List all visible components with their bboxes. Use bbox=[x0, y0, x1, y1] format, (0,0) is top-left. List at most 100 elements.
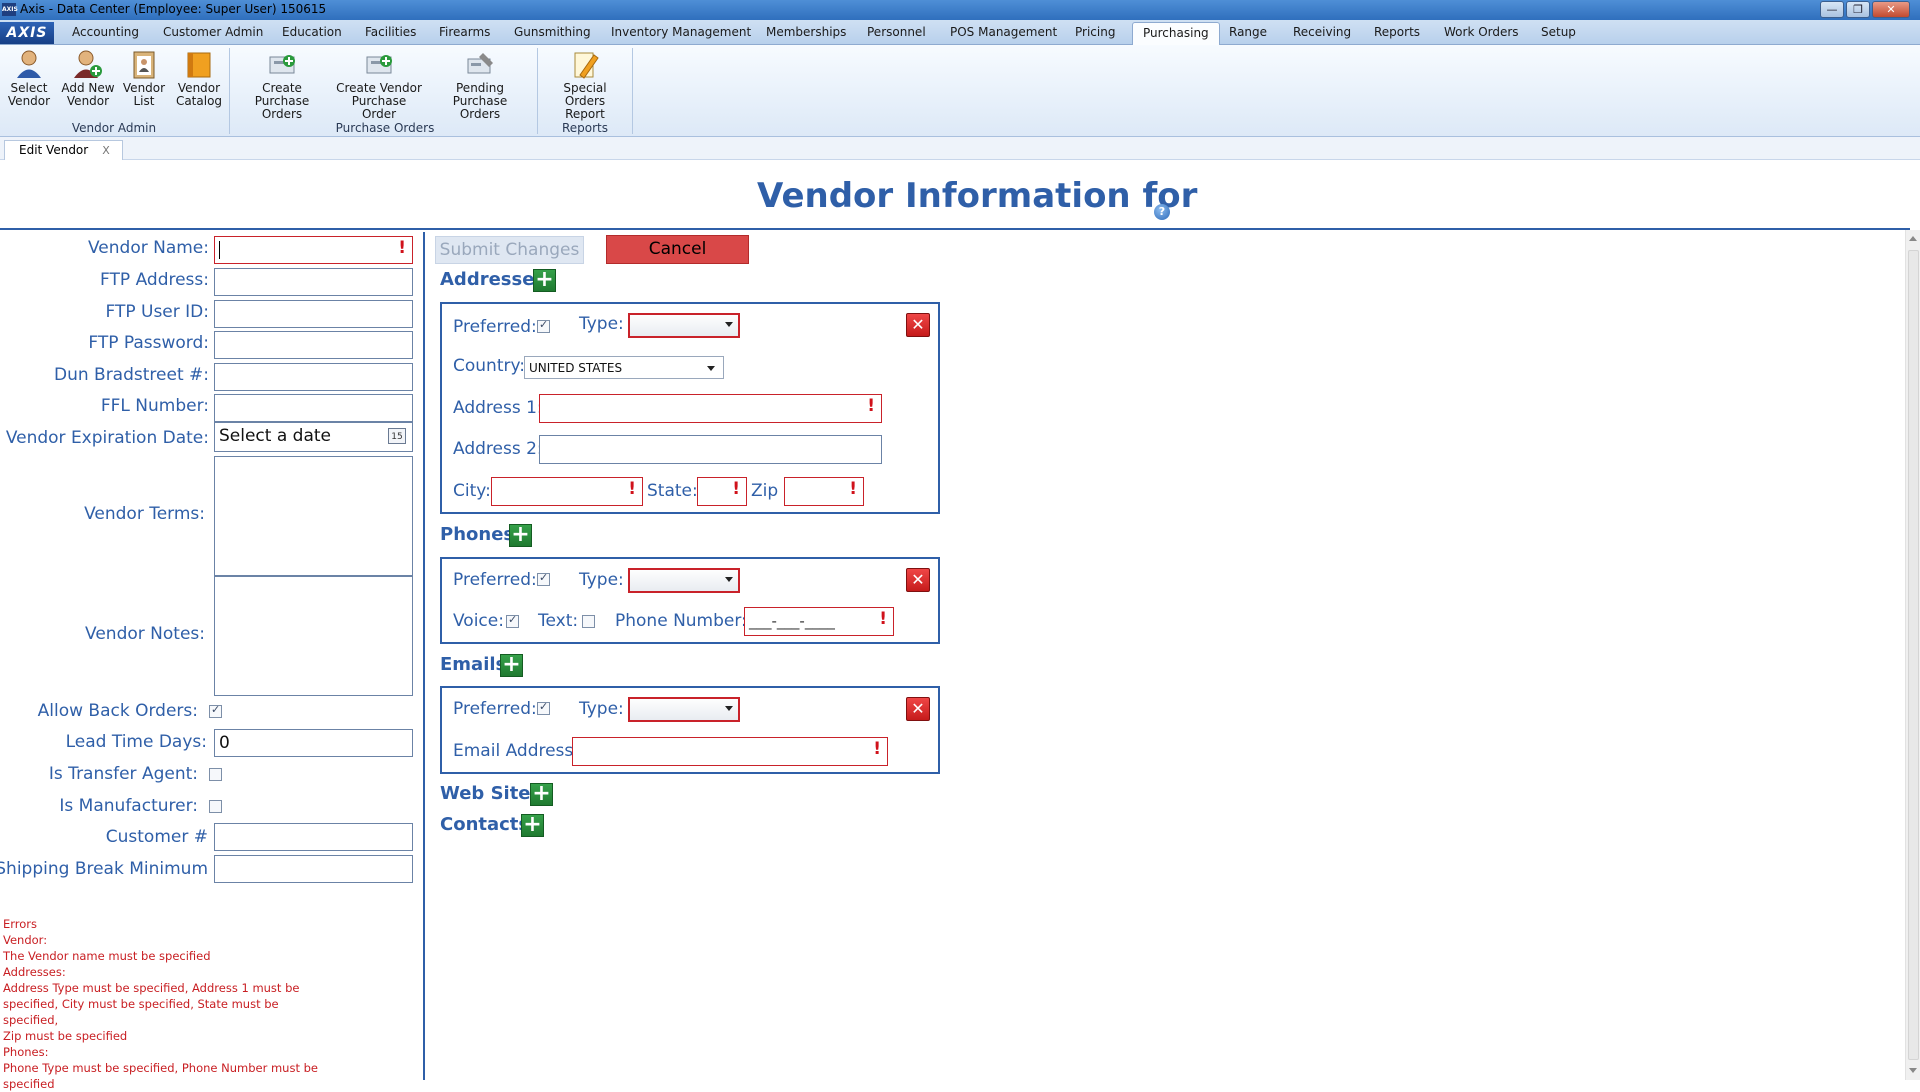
phone-number-input[interactable]: ___-___-____ ! bbox=[744, 607, 894, 636]
tab-firearms[interactable]: Firearms bbox=[439, 25, 490, 39]
address1-input[interactable]: ! bbox=[539, 394, 882, 423]
add-new-vendor-button[interactable]: Add New Vendor bbox=[60, 49, 116, 108]
submit-changes-button[interactable]: Submit Changes bbox=[435, 236, 584, 264]
ftp-user-id-label: FTP User ID: bbox=[105, 302, 209, 322]
add-email-button[interactable]: + bbox=[500, 654, 523, 677]
special-orders-report-button[interactable]: Special Orders Report bbox=[542, 49, 628, 121]
lead-time-days-input[interactable]: 0 bbox=[214, 729, 413, 757]
create-purchase-orders-button[interactable]: Create Purchase Orders bbox=[236, 49, 328, 121]
purchase-order-add-icon bbox=[267, 49, 297, 79]
group-label-purchase-orders: Purchase Orders bbox=[335, 121, 435, 135]
minimize-button[interactable]: — bbox=[1820, 1, 1844, 18]
scroll-down-icon[interactable] bbox=[1909, 1068, 1917, 1073]
add-contact-button[interactable]: + bbox=[521, 814, 544, 837]
tab-education[interactable]: Education bbox=[282, 25, 342, 39]
tab-accounting[interactable]: Accounting bbox=[72, 25, 139, 39]
delete-email-button[interactable]: ✕ bbox=[906, 697, 930, 721]
voice-checkbox[interactable] bbox=[506, 613, 519, 628]
scroll-up-icon[interactable] bbox=[1909, 236, 1917, 241]
tab-pricing[interactable]: Pricing bbox=[1075, 25, 1115, 39]
ribbon-separator bbox=[229, 48, 230, 134]
tab-memberships[interactable]: Memberships bbox=[766, 25, 846, 39]
dun-bradstreet-input[interactable] bbox=[214, 363, 413, 391]
address-preferred-checkbox[interactable] bbox=[537, 318, 550, 333]
email-address-input[interactable]: ! bbox=[572, 737, 888, 766]
is-transfer-agent-checkbox[interactable] bbox=[209, 768, 222, 781]
axis-logo: AXIS bbox=[0, 22, 54, 44]
window-title: Axis - Data Center (Employee: Super User… bbox=[20, 2, 327, 16]
ffl-number-input[interactable] bbox=[214, 394, 413, 422]
phone-type-select[interactable] bbox=[628, 568, 740, 593]
phone-number-mask: ___-___-____ bbox=[749, 612, 835, 630]
country-select[interactable]: UNITED STATES bbox=[524, 356, 724, 379]
maximize-button[interactable]: ❐ bbox=[1846, 1, 1870, 18]
ffl-number-label: FFL Number: bbox=[100, 396, 209, 416]
tab-gunsmithing[interactable]: Gunsmithing bbox=[514, 25, 591, 39]
customer-number-input[interactable] bbox=[214, 823, 413, 851]
vendor-catalog-button[interactable]: Vendor Catalog bbox=[174, 49, 224, 108]
address2-input[interactable] bbox=[539, 435, 882, 464]
phone-preferred-checkbox[interactable] bbox=[537, 571, 550, 586]
tab-personnel[interactable]: Personnel bbox=[867, 25, 926, 39]
add-address-button[interactable]: + bbox=[533, 269, 556, 292]
ftp-user-id-input[interactable] bbox=[214, 300, 413, 328]
chevron-down-icon bbox=[725, 706, 733, 711]
close-tab-icon[interactable]: X bbox=[102, 144, 110, 157]
tab-pos-management[interactable]: POS Management bbox=[950, 25, 1057, 39]
zip-input[interactable]: ! bbox=[784, 477, 864, 506]
select-vendor-button[interactable]: Select Vendor bbox=[6, 49, 52, 108]
tab-work-orders[interactable]: Work Orders bbox=[1444, 25, 1519, 39]
app-logo-icon: AXIS bbox=[2, 3, 18, 16]
tab-range[interactable]: Range bbox=[1229, 25, 1267, 39]
calendar-icon[interactable]: 15 bbox=[388, 428, 406, 444]
allow-back-orders-checkbox[interactable] bbox=[209, 703, 222, 718]
phone-type-label: Type: bbox=[579, 570, 624, 590]
tab-purchasing[interactable]: Purchasing bbox=[1132, 22, 1220, 46]
is-transfer-agent-label: Is Transfer Agent: bbox=[48, 764, 198, 784]
vertical-scrollbar[interactable] bbox=[1905, 230, 1920, 1080]
ftp-password-input[interactable] bbox=[214, 331, 413, 359]
vendor-terms-textarea[interactable] bbox=[214, 456, 413, 576]
pending-purchase-orders-button[interactable]: Pending Purchase Orders bbox=[433, 49, 527, 121]
tab-setup[interactable]: Setup bbox=[1541, 25, 1576, 39]
vendor-expiration-date-picker[interactable]: Select a date 15 bbox=[214, 422, 413, 452]
delete-address-button[interactable]: ✕ bbox=[906, 313, 930, 337]
vendor-name-input[interactable]: ! bbox=[214, 236, 413, 264]
email-type-label: Type: bbox=[579, 699, 624, 719]
tab-customer-admin[interactable]: Customer Admin bbox=[163, 25, 263, 39]
add-phone-button[interactable]: + bbox=[509, 524, 532, 547]
cancel-button[interactable]: Cancel bbox=[606, 235, 749, 264]
text-checkbox[interactable] bbox=[582, 615, 595, 628]
city-input[interactable]: ! bbox=[491, 477, 643, 506]
close-window-button[interactable]: ✕ bbox=[1872, 1, 1910, 18]
state-input[interactable]: ! bbox=[697, 477, 747, 506]
chevron-down-icon bbox=[707, 366, 715, 371]
addresses-heading: Addresses bbox=[440, 269, 546, 290]
required-indicator: ! bbox=[879, 609, 887, 629]
tab-receiving[interactable]: Receiving bbox=[1293, 25, 1351, 39]
address-type-select[interactable] bbox=[628, 313, 740, 338]
delete-phone-button[interactable]: ✕ bbox=[906, 568, 930, 592]
create-vendor-purchase-order-button[interactable]: Create Vendor Purchase Order bbox=[335, 49, 423, 121]
allow-back-orders-label: Allow Back Orders: bbox=[37, 701, 198, 721]
email-address-label: Email Address: bbox=[453, 741, 579, 761]
tab-reports[interactable]: Reports bbox=[1374, 25, 1420, 39]
address2-label: Address 2: bbox=[453, 439, 543, 459]
tab-edit-vendor[interactable]: Edit Vendor X bbox=[4, 140, 123, 160]
tab-facilities[interactable]: Facilities bbox=[365, 25, 416, 39]
email-preferred-checkbox[interactable] bbox=[537, 700, 550, 715]
vendor-terms-label: Vendor Terms: bbox=[84, 504, 205, 524]
shipping-break-minimum-input[interactable] bbox=[214, 855, 413, 883]
is-manufacturer-checkbox[interactable] bbox=[209, 800, 222, 813]
add-web-site-button[interactable]: + bbox=[530, 783, 553, 806]
email-type-select[interactable] bbox=[628, 697, 740, 722]
help-icon[interactable]: ? bbox=[1154, 204, 1170, 220]
ftp-address-input[interactable] bbox=[214, 268, 413, 296]
email-preferred-label: Preferred: bbox=[453, 699, 537, 719]
scrollbar-thumb[interactable] bbox=[1908, 250, 1919, 1060]
vendor-notes-textarea[interactable] bbox=[214, 576, 413, 696]
tab-inventory-management[interactable]: Inventory Management bbox=[611, 25, 751, 39]
vendor-order-add-icon bbox=[364, 49, 394, 79]
vendor-list-button[interactable]: Vendor List bbox=[122, 49, 166, 108]
catalog-book-icon bbox=[184, 49, 214, 79]
